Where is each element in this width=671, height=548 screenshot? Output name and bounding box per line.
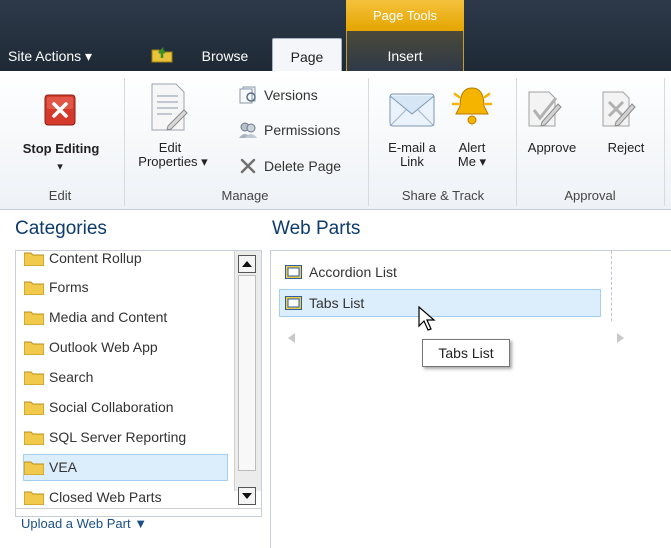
versions-button[interactable]: Versions: [238, 84, 348, 106]
site-actions-menu[interactable]: Site Actions ▾: [8, 42, 128, 71]
upload-web-part-link[interactable]: Upload a Web Part ▼: [21, 516, 147, 531]
edit-properties-icon[interactable]: [148, 82, 188, 132]
stop-editing-dropdown[interactable]: ▾: [50, 160, 70, 174]
folder-icon: [24, 252, 44, 266]
web-parts-list: Accordion List Tabs List: [270, 250, 671, 548]
ribbon-separator: [368, 78, 369, 206]
approval-group-label: Approval: [564, 188, 616, 203]
alert-me-label-1[interactable]: Alert: [444, 141, 500, 155]
folder-icon: [24, 461, 44, 475]
triangle-up-icon: [242, 261, 252, 267]
versions-label: Versions: [264, 87, 318, 103]
ribbon-separator: [124, 78, 125, 206]
edit-group-label: Edit: [48, 188, 72, 203]
permissions-label: Permissions: [264, 122, 341, 138]
drop-zone-border: [611, 251, 612, 321]
folder-icon: [24, 491, 44, 505]
mouse-cursor-icon: [418, 306, 436, 331]
previous-arrow-icon[interactable]: [285, 331, 297, 345]
stop-editing-button[interactable]: Stop Editing: [6, 142, 116, 156]
share-track-group-label: Share & Track: [401, 188, 485, 203]
categories-list: Content Rollup Forms Media and Content O…: [15, 250, 262, 517]
edit-properties-button[interactable]: Properties ▾: [128, 155, 218, 169]
web-part-icon: [285, 265, 302, 279]
versions-icon: [239, 86, 256, 104]
scroll-up-button[interactable]: [238, 255, 256, 273]
approve-icon[interactable]: [526, 88, 562, 128]
folder-icon: [24, 311, 44, 325]
delete-page-button[interactable]: Delete Page: [238, 155, 358, 177]
stop-editing-icon[interactable]: [44, 94, 76, 126]
upload-separator: [15, 508, 262, 509]
scroll-down-button[interactable]: [238, 487, 256, 505]
folder-icon: [24, 401, 44, 415]
tab-browse[interactable]: Browse: [190, 42, 260, 71]
delete-page-label: Delete Page: [264, 158, 342, 174]
reject-button[interactable]: Reject: [596, 141, 656, 155]
folder-icon: [24, 281, 44, 295]
categories-title: Categories: [15, 218, 107, 239]
email-link-icon[interactable]: [388, 86, 436, 130]
ribbon-separator: [664, 78, 665, 206]
permissions-icon: [239, 122, 257, 138]
folder-icon: [24, 371, 44, 385]
next-arrow-icon[interactable]: [615, 331, 627, 345]
categories-scrollbar[interactable]: [234, 251, 261, 505]
approve-button[interactable]: Approve: [522, 141, 582, 155]
scroll-thumb[interactable]: [238, 275, 256, 471]
edit-properties-label-1[interactable]: Edit: [130, 141, 210, 155]
web-part-icon: [285, 296, 302, 310]
alert-me-button[interactable]: Me ▾: [444, 155, 500, 169]
manage-group-label: Manage: [221, 188, 269, 203]
folder-icon: [24, 341, 44, 355]
navigate-up-icon[interactable]: [150, 44, 174, 64]
folder-icon: [24, 431, 44, 445]
email-link-button[interactable]: Link: [376, 155, 448, 169]
alert-bell-icon[interactable]: [452, 84, 492, 130]
delete-icon: [240, 158, 256, 174]
tab-insert[interactable]: Insert: [346, 42, 464, 71]
ribbon-separator: [516, 78, 517, 206]
triangle-down-icon: [242, 493, 252, 499]
web-parts-title: Web Parts: [272, 218, 361, 239]
tab-page[interactable]: Page: [272, 38, 342, 72]
page-tools-label: Page Tools: [372, 8, 438, 23]
tooltip: Tabs List: [422, 339, 510, 367]
reject-icon[interactable]: [600, 88, 636, 128]
email-link-label-1[interactable]: E-mail a: [376, 141, 448, 155]
permissions-button[interactable]: Permissions: [238, 119, 358, 141]
